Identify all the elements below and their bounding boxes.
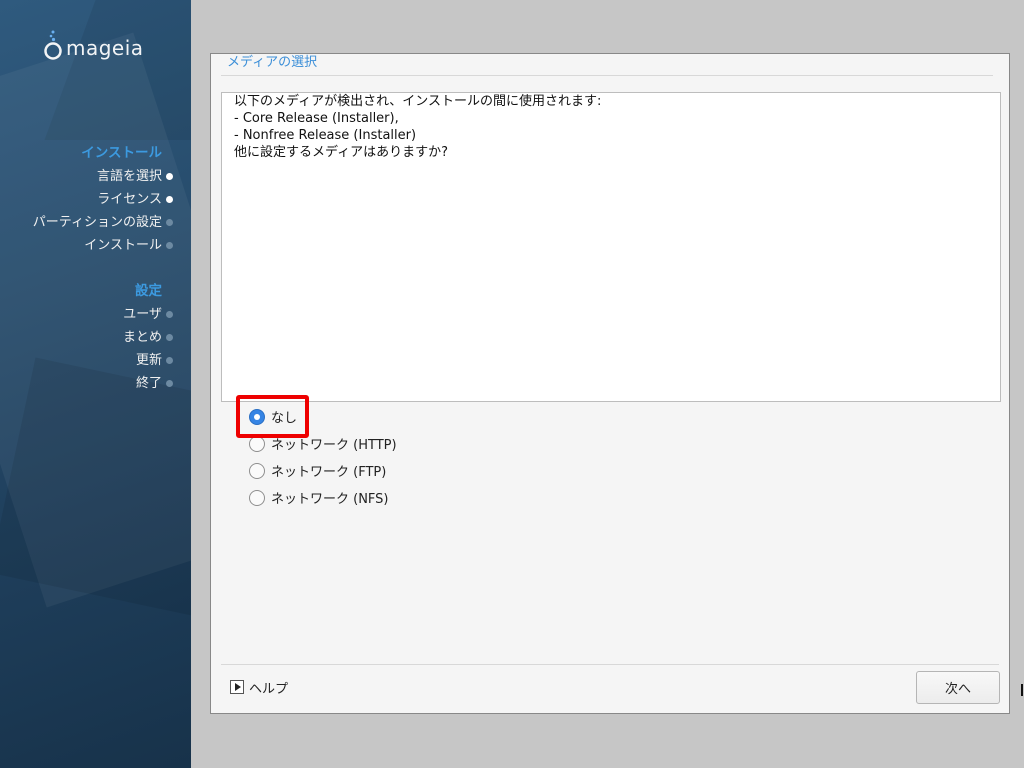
- step-item-label: パーティションの設定: [32, 215, 162, 230]
- media-selection-window: メディアの選択 以下のメディアが検出され、インストールの間に使用されます: - …: [210, 53, 1010, 714]
- next-button[interactable]: 次へ: [916, 671, 1000, 704]
- step-item-install: インストール: [33, 234, 173, 257]
- step-status-dot: [166, 311, 173, 318]
- message-line: 以下のメディアが検出され、インストールの間に使用されます:: [234, 94, 602, 109]
- radio-option-nfs[interactable]: ネットワーク (NFS): [249, 484, 397, 511]
- mageia-logo: mageia: [42, 30, 152, 64]
- sidebar-decoration: [0, 357, 191, 623]
- title-divider: [221, 75, 993, 76]
- radio-option-ftp[interactable]: ネットワーク (FTP): [249, 457, 397, 484]
- step-item-language: 言語を選択: [33, 165, 173, 188]
- radio-button[interactable]: [249, 489, 265, 506]
- step-item-label: インストール: [84, 238, 162, 253]
- radio-option-http[interactable]: ネットワーク (HTTP): [249, 430, 397, 457]
- help-toggle[interactable]: ヘルプ: [230, 678, 289, 697]
- radio-label: ネットワーク (NFS): [271, 492, 389, 507]
- footer-divider: [221, 664, 999, 665]
- step-status-dot: [166, 380, 173, 387]
- message-line: - Nonfree Release (Installer): [234, 128, 417, 143]
- step-status-dot: [166, 334, 173, 341]
- message-textbox: 以下のメディアが検出され、インストールの間に使用されます: - Core Rel…: [221, 92, 1001, 402]
- step-item-finish: 終了: [123, 372, 173, 395]
- step-status-dot: [166, 242, 173, 249]
- step-item-user: ユーザ: [123, 303, 173, 326]
- radio-label: なし: [271, 411, 298, 426]
- installer-sidebar: mageia インストール 言語を選択 ライセンス パーティションの設定 インス…: [0, 0, 191, 768]
- step-item-update: 更新: [123, 349, 173, 372]
- step-status-dot: [166, 357, 173, 364]
- step-item-label: まとめ: [122, 330, 162, 345]
- step-item-label: 言語を選択: [96, 169, 162, 184]
- expand-arrow-icon[interactable]: [230, 680, 244, 694]
- step-item-partition: パーティションの設定: [32, 211, 173, 234]
- step-item-summary: まとめ: [122, 326, 173, 349]
- step-heading-install: インストール: [81, 145, 162, 161]
- step-item-label: 更新: [135, 353, 162, 368]
- step-item-license: ライセンス: [33, 188, 173, 211]
- radio-label: ネットワーク (FTP): [271, 465, 387, 480]
- window-title: メディアの選択: [227, 55, 318, 70]
- help-label: ヘルプ: [249, 681, 289, 697]
- step-group-install: インストール 言語を選択 ライセンス パーティションの設定 インストール: [32, 142, 173, 257]
- media-option-group: なし ネットワーク (HTTP) ネットワーク (FTP) ネットワーク (NF…: [249, 403, 397, 511]
- step-status-dot: [166, 219, 173, 226]
- step-item-label: 終了: [135, 376, 162, 391]
- step-status-dot: [166, 173, 173, 180]
- radio-button[interactable]: [249, 435, 265, 452]
- mageia-logo-icon: [44, 30, 62, 60]
- text-cursor-icon: [1021, 684, 1023, 696]
- step-heading-config: 設定: [135, 283, 162, 299]
- radio-button[interactable]: [249, 408, 265, 425]
- logo-text: mageia: [66, 36, 144, 60]
- message-line: - Core Release (Installer),: [234, 111, 399, 126]
- radio-option-none[interactable]: なし: [249, 403, 397, 430]
- step-group-config: 設定 ユーザ まとめ 更新 終了: [122, 280, 173, 395]
- message-line: 他に設定するメディアはありますか?: [234, 145, 448, 160]
- radio-button[interactable]: [249, 462, 265, 479]
- radio-label: ネットワーク (HTTP): [271, 438, 397, 453]
- step-item-label: ユーザ: [123, 307, 162, 322]
- step-item-label: ライセンス: [97, 192, 162, 207]
- step-status-dot: [166, 196, 173, 203]
